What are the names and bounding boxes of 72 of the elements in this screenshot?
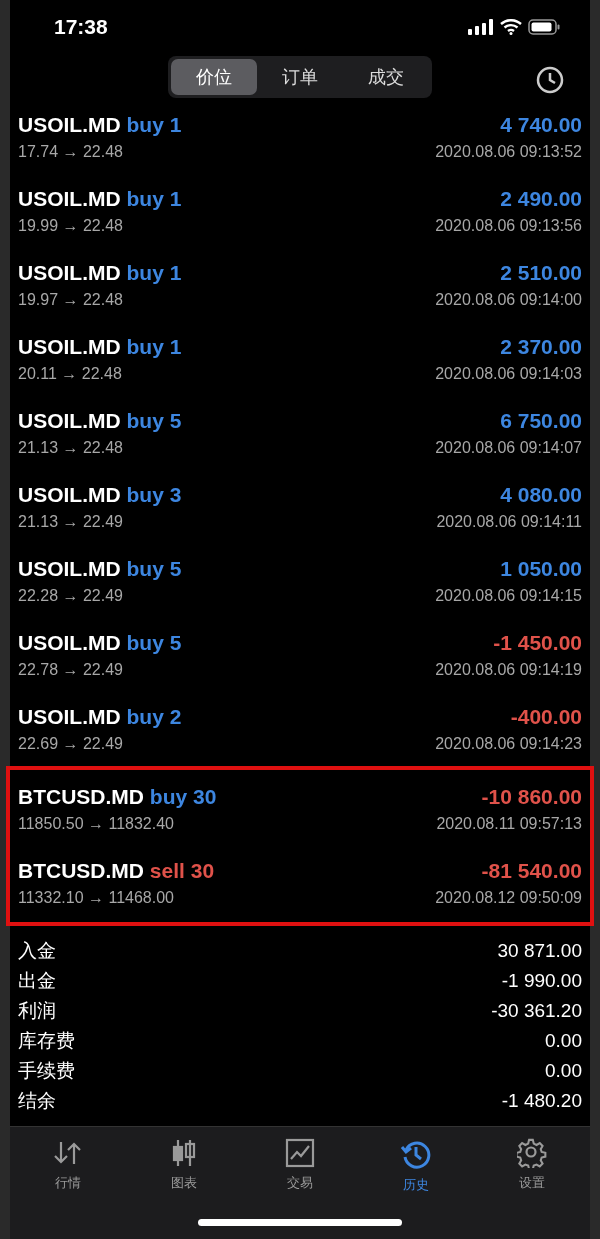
symbol-label: USOIL.MD buy 5	[18, 630, 182, 655]
segment-tab[interactable]: 价位	[171, 58, 257, 95]
summary-label: 手续费	[18, 1058, 75, 1083]
summary-value: -30 361.20	[491, 999, 582, 1022]
trade-time: 2020.08.11 09:57:13	[436, 814, 582, 833]
symbol-label: USOIL.MD buy 1	[18, 260, 182, 285]
candlestick-icon	[170, 1137, 198, 1168]
profit-value: -400.00	[510, 704, 582, 729]
summary-value: 0.00	[545, 1059, 582, 1082]
trade-time: 2020.08.06 09:14:07	[435, 438, 582, 457]
profit-value: 2 510.00	[500, 260, 582, 285]
summary-label: 利润	[18, 998, 56, 1023]
trade-time: 2020.08.06 09:14:23	[435, 734, 582, 753]
price-range: 22.69 → 22.49	[18, 734, 123, 753]
symbol-label: BTCUSD.MD buy 30	[18, 784, 217, 809]
price-range: 11850.50 → 11832.40	[18, 814, 174, 833]
symbol-label: USOIL.MD buy 5	[18, 408, 182, 433]
battery-icon	[528, 18, 560, 35]
profit-value: -10 860.00	[481, 784, 582, 809]
trade-time: 2020.08.06 09:14:11	[436, 512, 582, 531]
tab-bar-item[interactable]: 设置	[492, 1136, 572, 1195]
tab-bar-item[interactable]: 行情	[28, 1136, 108, 1195]
price-range: 19.99 → 22.48	[18, 216, 123, 235]
price-range: 19.97 → 22.48	[18, 290, 123, 309]
summary-value: -1 990.00	[501, 969, 582, 992]
clock-icon[interactable]	[536, 65, 564, 94]
trade-time: 2020.08.06 09:14:03	[435, 364, 582, 383]
summary-label: 入金	[18, 938, 56, 963]
profit-value: 4 080.00	[500, 482, 582, 507]
summary-label: 出金	[18, 968, 56, 993]
profit-value: -81 540.00	[481, 858, 582, 883]
wifi-icon	[500, 18, 522, 35]
profit-value: 2 490.00	[500, 186, 582, 211]
settings-icon	[517, 1137, 547, 1168]
trade-time: 2020.08.06 09:13:56	[435, 216, 582, 235]
trade-time: 2020.08.06 09:14:15	[435, 586, 582, 605]
symbol-label: USOIL.MD buy 1	[18, 186, 182, 211]
status-time: 17:38	[54, 14, 108, 39]
price-range: 11332.10 → 11468.00	[18, 888, 174, 907]
symbol-label: USOIL.MD buy 3	[18, 482, 182, 507]
trade-time: 2020.08.06 09:13:52	[435, 142, 582, 161]
price-range: 20.11 → 22.48	[18, 364, 122, 383]
price-range: 22.78 → 22.49	[18, 660, 123, 679]
price-range: 21.13 → 22.49	[18, 512, 123, 531]
signal-icon	[468, 18, 494, 35]
trade-time: 2020.08.06 09:14:19	[435, 660, 582, 679]
line-chart-icon	[285, 1137, 315, 1168]
profit-value: 1 050.00	[500, 556, 582, 581]
summary-value: 30 871.00	[497, 939, 582, 962]
symbol-label: USOIL.MD buy 1	[18, 334, 182, 359]
symbol-label: USOIL.MD buy 5	[18, 556, 182, 581]
profit-value: 4 740.00	[500, 112, 582, 137]
price-range: 22.28 → 22.49	[18, 586, 123, 605]
symbol-label: USOIL.MD buy 2	[18, 704, 182, 729]
profit-value: 6 750.00	[500, 408, 582, 433]
summary-label: 结余	[18, 1088, 56, 1113]
price-range: 17.74 → 22.48	[18, 142, 123, 161]
profit-value: -1 450.00	[493, 630, 582, 655]
trade-time: 2020.08.12 09:50:09	[435, 888, 582, 907]
profit-value: 2 370.00	[500, 334, 582, 359]
price-range: 21.13 → 22.48	[18, 438, 123, 457]
tab-bar-item[interactable]: 交易	[260, 1136, 340, 1195]
summary-label: 库存费	[18, 1028, 75, 1053]
tab-bar-item[interactable]: 历史	[376, 1136, 456, 1195]
tab-bar-item[interactable]: 图表	[144, 1136, 224, 1195]
segment-tab[interactable]: 订单	[257, 58, 343, 95]
summary-value: 0.00	[545, 1029, 582, 1052]
symbol-label: USOIL.MD buy 1	[18, 112, 182, 137]
summary-value: -1 480.20	[501, 1089, 582, 1112]
symbol-label: BTCUSD.MD sell 30	[18, 858, 215, 883]
segment-tab[interactable]: 成交	[343, 58, 429, 95]
trade-time: 2020.08.06 09:14:00	[435, 290, 582, 309]
